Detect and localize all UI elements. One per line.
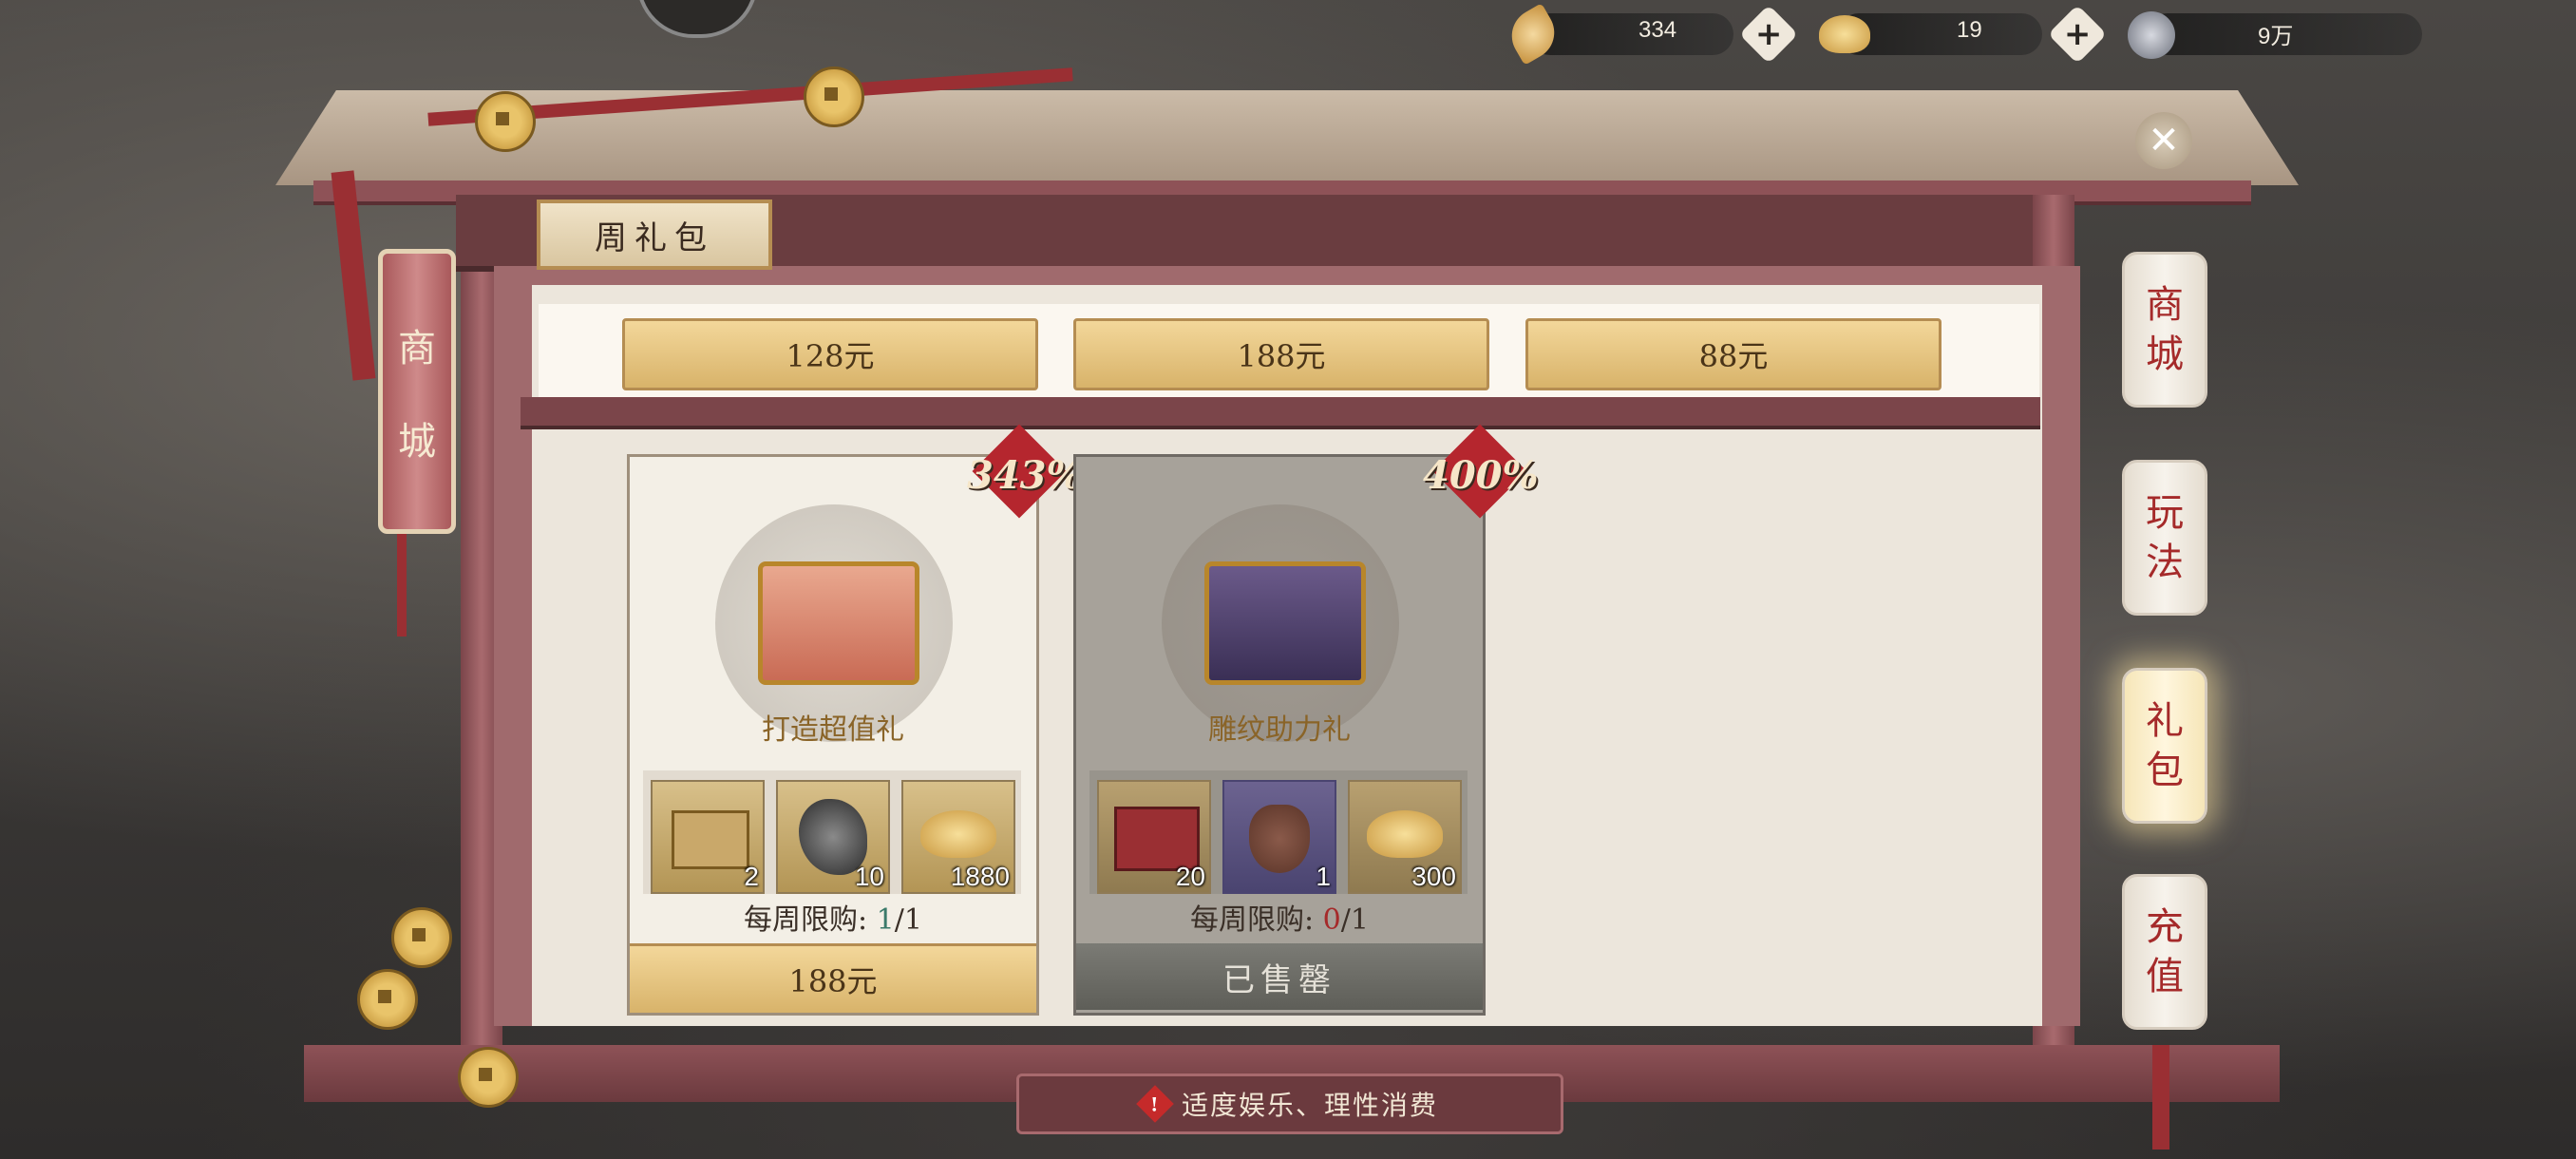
resource-bar-leaf — [1529, 13, 1733, 55]
tab-char: 值 — [2146, 955, 2184, 998]
item-count: 2 — [744, 862, 759, 891]
ribbon-decoration — [2152, 1045, 2169, 1150]
tab-char: 玩 — [2146, 491, 2184, 535]
price-tab-128[interactable]: 128元 — [622, 318, 1038, 390]
card-title: 雕纹助力礼 — [1208, 713, 1351, 747]
reward-slot[interactable]: 10 — [776, 780, 890, 894]
copper-coin-decoration — [458, 1047, 519, 1108]
limit-label: 每周限购: — [1190, 903, 1315, 937]
coin-count: 9万 — [2258, 24, 2294, 49]
reward-items: 2 10 1880 — [643, 770, 1021, 894]
gold-ingot-icon — [1819, 15, 1870, 53]
tab-char: 商 — [2146, 283, 2184, 327]
item-count: 1880 — [950, 862, 1010, 891]
buy-button[interactable]: 188元 — [630, 943, 1036, 1013]
close-button[interactable]: ✕ — [2135, 112, 2192, 169]
bonus-percent: 400% — [1423, 453, 1539, 498]
item-count: 1 — [1316, 862, 1331, 891]
limit-label: 每周限购: — [744, 903, 868, 937]
limit-used: 0 — [1322, 903, 1341, 937]
ingot-count: 19 — [1957, 17, 1982, 43]
reward-slot[interactable]: 1 — [1222, 780, 1336, 894]
copper-coin-icon — [2128, 11, 2175, 59]
price-tab-188[interactable]: 188元 — [1073, 318, 1489, 390]
tab-gameplay[interactable]: 玩 法 — [2122, 460, 2207, 616]
material-chest-icon — [672, 810, 749, 869]
add-ingot-button[interactable]: + — [2047, 4, 2108, 65]
copper-coin-decoration — [357, 969, 418, 1030]
leaf-count: 334 — [1638, 17, 1677, 43]
reward-items: 20 1 300 — [1089, 770, 1468, 894]
tab-divider — [521, 397, 2040, 429]
gift-card-carving[interactable]: 400% 雕纹助力礼 20 1 300 每周限购: 0/1 已售罄 — [1073, 424, 1539, 1016]
moderation-notice: ! 适度娱乐、理性消费 — [1016, 1074, 1563, 1134]
scroll-char: 城 — [398, 420, 436, 464]
left-shop-scroll: 商 城 — [378, 249, 456, 534]
tab-shop[interactable]: 商 城 — [2122, 252, 2207, 408]
copper-coin-decoration — [391, 907, 452, 968]
add-leaf-button[interactable]: + — [1738, 4, 1799, 65]
copper-coin-decoration — [475, 91, 536, 152]
reward-slot[interactable]: 2 — [651, 780, 765, 894]
limit-separator: / — [894, 903, 904, 937]
item-count: 20 — [1175, 862, 1205, 891]
treasure-chest-icon — [1204, 561, 1366, 685]
limit-used: 1 — [876, 903, 895, 937]
tab-char: 礼 — [2146, 699, 2184, 743]
gift-card-forging[interactable]: 343% 打造超值礼 2 10 1880 每周限购: 1/1 188元 — [627, 424, 1083, 1016]
gold-ingot-icon — [1367, 810, 1443, 858]
scroll-char: 商 — [398, 327, 436, 370]
pouch-icon — [1249, 805, 1310, 873]
card-title: 打造超值礼 — [762, 713, 904, 747]
item-count: 300 — [1411, 862, 1456, 891]
material-chest-icon — [758, 561, 919, 685]
sold-out-button: 已售罄 — [1076, 943, 1483, 1010]
item-count: 10 — [854, 862, 884, 891]
ribbon-decoration — [397, 522, 407, 636]
bonus-percent: 343% — [967, 453, 1083, 498]
tab-char: 充 — [2146, 905, 2184, 949]
tab-char: 城 — [2146, 332, 2184, 376]
tab-char: 包 — [2146, 749, 2184, 792]
limit-separator: / — [1340, 903, 1351, 937]
weekly-limit: 每周限购: 1/1 — [630, 896, 1036, 938]
reward-slot[interactable]: 1880 — [901, 780, 1015, 894]
reward-slot[interactable]: 300 — [1348, 780, 1462, 894]
tab-gift-pack[interactable]: 礼 包 — [2122, 668, 2207, 824]
copper-coin-decoration — [804, 66, 864, 127]
tab-char: 法 — [2146, 541, 2184, 584]
price-tab-88[interactable]: 88元 — [1525, 318, 1941, 390]
close-icon: ✕ — [2148, 119, 2180, 162]
weekly-limit: 每周限购: 0/1 — [1076, 896, 1483, 938]
warning-icon: ! — [1136, 1085, 1174, 1123]
top-emblem — [636, 0, 758, 38]
limit-total: 1 — [903, 903, 922, 937]
notice-text: 适度娱乐、理性消费 — [1181, 1090, 1438, 1121]
reward-slot[interactable]: 20 — [1097, 780, 1211, 894]
limit-total: 1 — [1350, 903, 1369, 937]
gold-ingot-icon — [920, 810, 996, 858]
tab-recharge[interactable]: 充 值 — [2122, 874, 2207, 1030]
section-title: 周礼包 — [537, 200, 772, 270]
